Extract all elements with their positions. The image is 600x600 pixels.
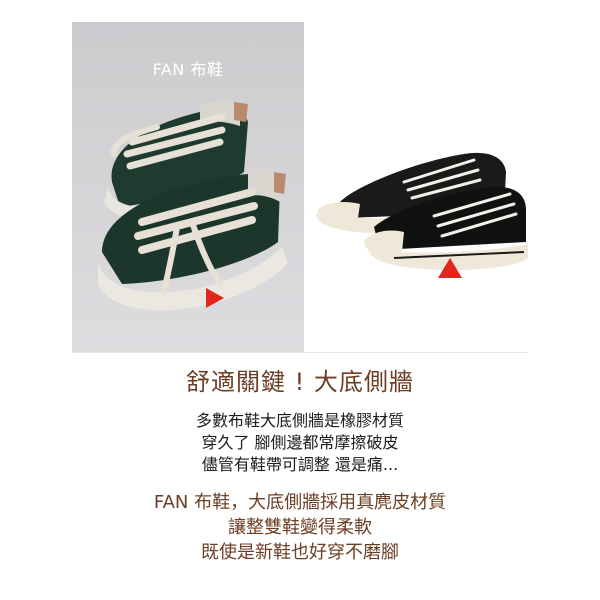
highlight-line: FAN 布鞋，大底側牆採用真麂皮材質	[153, 492, 447, 513]
highlight-paragraph: FAN 布鞋，大底側牆採用真麂皮材質 讓整雙鞋變得柔軟 既使是新鞋也好穿不磨腳	[0, 490, 600, 565]
highlight-line: 既使是新鞋也好穿不磨腳	[201, 542, 399, 563]
photo-caption: FAN 布鞋	[152, 60, 224, 79]
classic-sneaker-illustration	[316, 152, 528, 278]
classic-sneaker-photo	[304, 22, 528, 352]
body-line: 儘管有鞋帶可調整 還是痛...	[201, 455, 399, 474]
section-divider	[72, 352, 528, 353]
fan-sneaker-photo: FAN 布鞋	[72, 22, 304, 352]
highlight-line: 讓整雙鞋變得柔軟	[228, 517, 372, 538]
body-line: 穿久了 腳側邊都常摩擦破皮	[201, 433, 399, 452]
headline: 舒適關鍵 ! 大底側牆	[186, 368, 414, 396]
body-line: 多數布鞋大底側牆是橡膠材質	[195, 411, 404, 430]
body-paragraph: 多數布鞋大底側牆是橡膠材質 穿久了 腳側邊都常摩擦破皮 儘管有鞋帶可調整 還是痛…	[0, 410, 600, 476]
